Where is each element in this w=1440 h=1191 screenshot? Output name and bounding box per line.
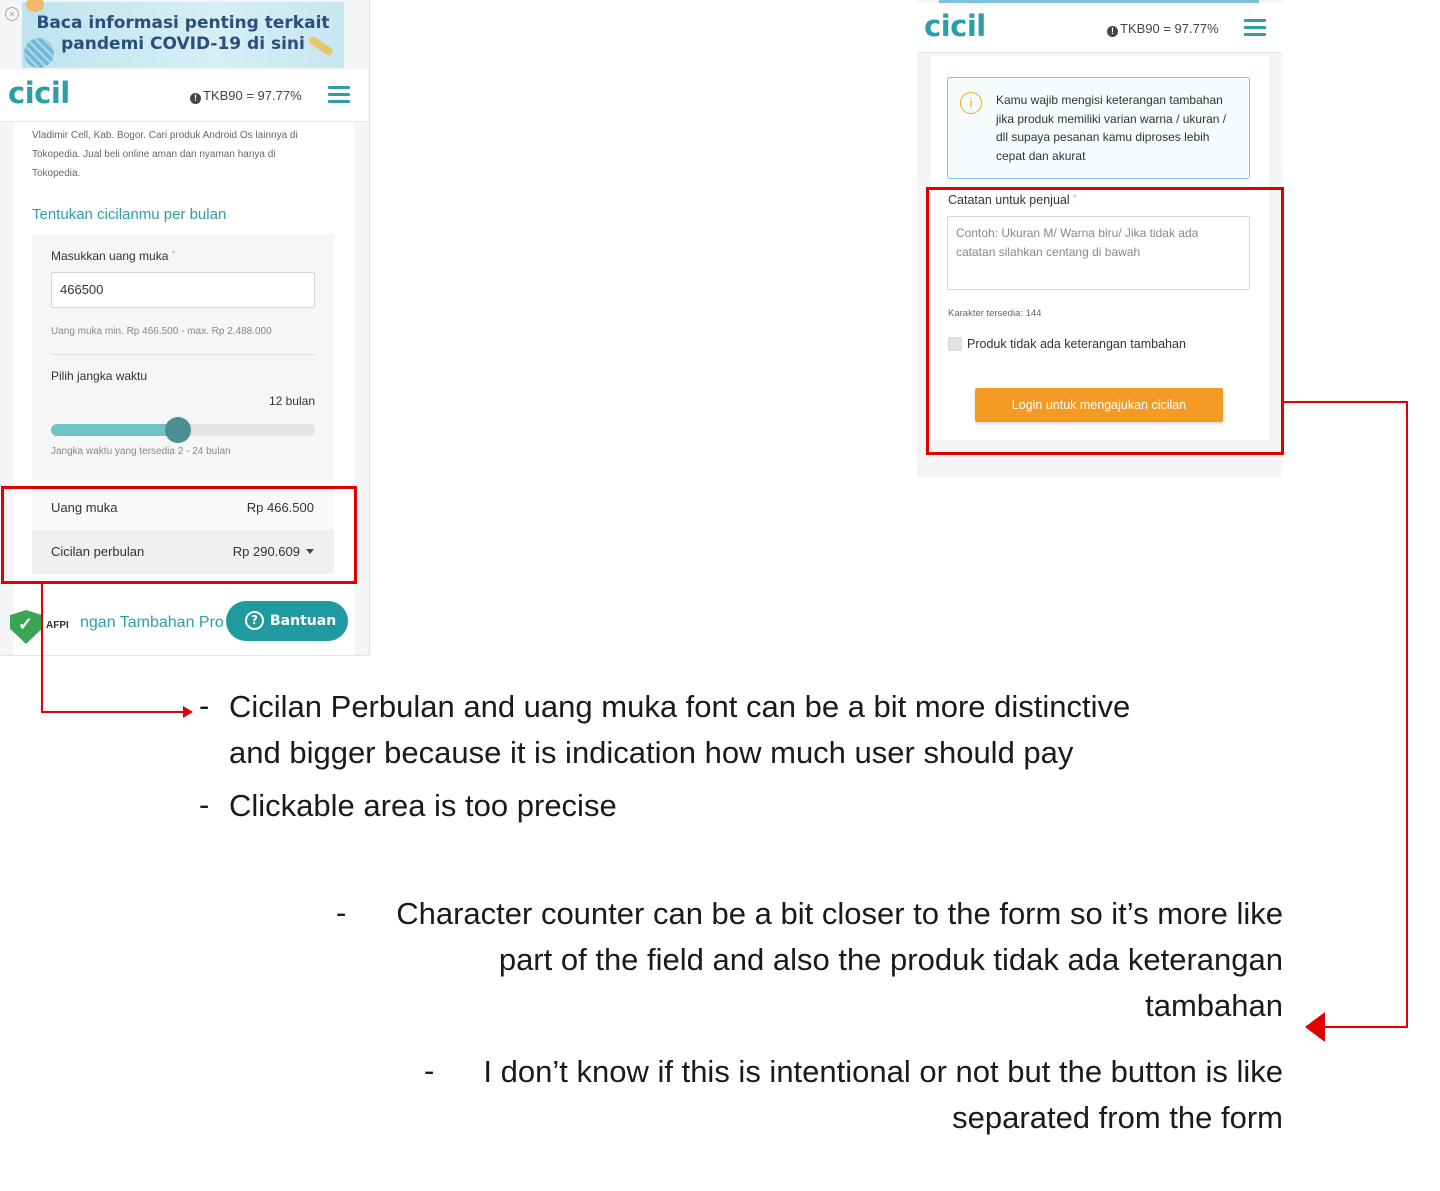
- term-hint: Jangka waktu yang tersedia 2 - 24 bulan: [51, 446, 231, 457]
- hamburger-menu-icon[interactable]: [328, 86, 350, 104]
- afpi-logo: AFPI: [44, 620, 71, 631]
- tkb-value: TKB90 = 97.77%: [203, 88, 302, 103]
- note-3-line-1: Character counter can be a bit closer to…: [396, 896, 1283, 931]
- bullet-dash: -: [199, 787, 210, 822]
- info-text: Kamu wajib mengisi keterangan tambahan j…: [996, 93, 1227, 163]
- app-header: cicil ! TKB90 = 97.77%: [0, 70, 368, 122]
- section-heading-partial: ngan Tambahan Pro: [80, 614, 224, 631]
- down-payment-hint: Uang muka min. Rp 466.500 - max. Rp 2.48…: [51, 326, 272, 337]
- covid-banner[interactable]: Baca informasi penting terkait pandemi C…: [22, 2, 344, 68]
- info-icon: !: [190, 93, 201, 104]
- bullet-dash: -: [199, 688, 210, 723]
- note-1-line-1: Cicilan Perbulan and uang muka font can …: [229, 689, 1131, 724]
- tkb-indicator: ! TKB90 = 97.77%: [190, 88, 302, 104]
- close-icon[interactable]: ×: [5, 7, 19, 21]
- highlight-notes-box: [926, 187, 1284, 455]
- arrow-line: [41, 711, 184, 713]
- shield-check-icon: [10, 610, 42, 644]
- arrowhead-icon: [183, 706, 193, 718]
- bottom-bar: AFPI ngan Tambahan Pro ? Bantuan: [0, 600, 369, 655]
- info-icon: !: [1107, 26, 1118, 37]
- slider-fill: [51, 424, 178, 436]
- installment-form: Masukkan uang muka * 466500 Uang muka mi…: [32, 234, 334, 480]
- note-2: Clickable area is too precise: [229, 788, 617, 823]
- section-title: Tentukan cicilanmu per bulan: [32, 206, 227, 223]
- bullet-dash: -: [424, 1053, 435, 1088]
- slider-thumb[interactable]: [164, 417, 191, 443]
- arrow-line: [1406, 401, 1408, 1028]
- arrow-line: [1284, 401, 1408, 403]
- product-description: Vladimir Cell, Kab. Bogor. Cari produk A…: [32, 130, 298, 179]
- arrowhead-icon: [1305, 1012, 1325, 1042]
- term-value: 12 bulan: [268, 394, 315, 408]
- note-4-line-1: I don’t know if this is intentional or n…: [483, 1054, 1283, 1089]
- info-callout: i Kamu wajib mengisi keterangan tambahan…: [947, 77, 1250, 179]
- note-1-line-2: and bigger because it is indication how …: [229, 735, 1074, 770]
- term-slider[interactable]: [51, 417, 315, 443]
- note-3-line-3: tambahan: [1145, 988, 1283, 1023]
- tkb-value: TKB90 = 97.77%: [1120, 21, 1219, 36]
- arrow-line: [1320, 1026, 1408, 1028]
- help-button[interactable]: ? Bantuan: [226, 601, 348, 641]
- info-circle-icon: i: [960, 92, 982, 114]
- hamburger-menu-icon[interactable]: [1244, 19, 1266, 37]
- down-payment-input[interactable]: 466500: [51, 272, 315, 308]
- banner-text: Baca informasi penting terkait pandemi C…: [36, 13, 330, 54]
- cicil-logo[interactable]: cicil: [8, 76, 70, 110]
- highlight-summary-box: [1, 486, 357, 584]
- term-label: Pilih jangka waktu: [51, 369, 148, 383]
- note-3-line-2: part of the field and also the produk ti…: [498, 942, 1283, 977]
- note-4-line-2: separated from the form: [952, 1100, 1283, 1135]
- arrow-line: [41, 584, 43, 713]
- app-header: cicil ! TKB90 = 97.77%: [917, 3, 1282, 53]
- tkb-indicator: ! TKB90 = 97.77%: [1107, 21, 1219, 37]
- cicil-logo[interactable]: cicil: [924, 9, 986, 43]
- bullet-dash: -: [336, 895, 347, 930]
- down-payment-label: Masukkan uang muka *: [51, 249, 176, 263]
- divider: [51, 354, 315, 355]
- question-icon: ?: [245, 611, 264, 630]
